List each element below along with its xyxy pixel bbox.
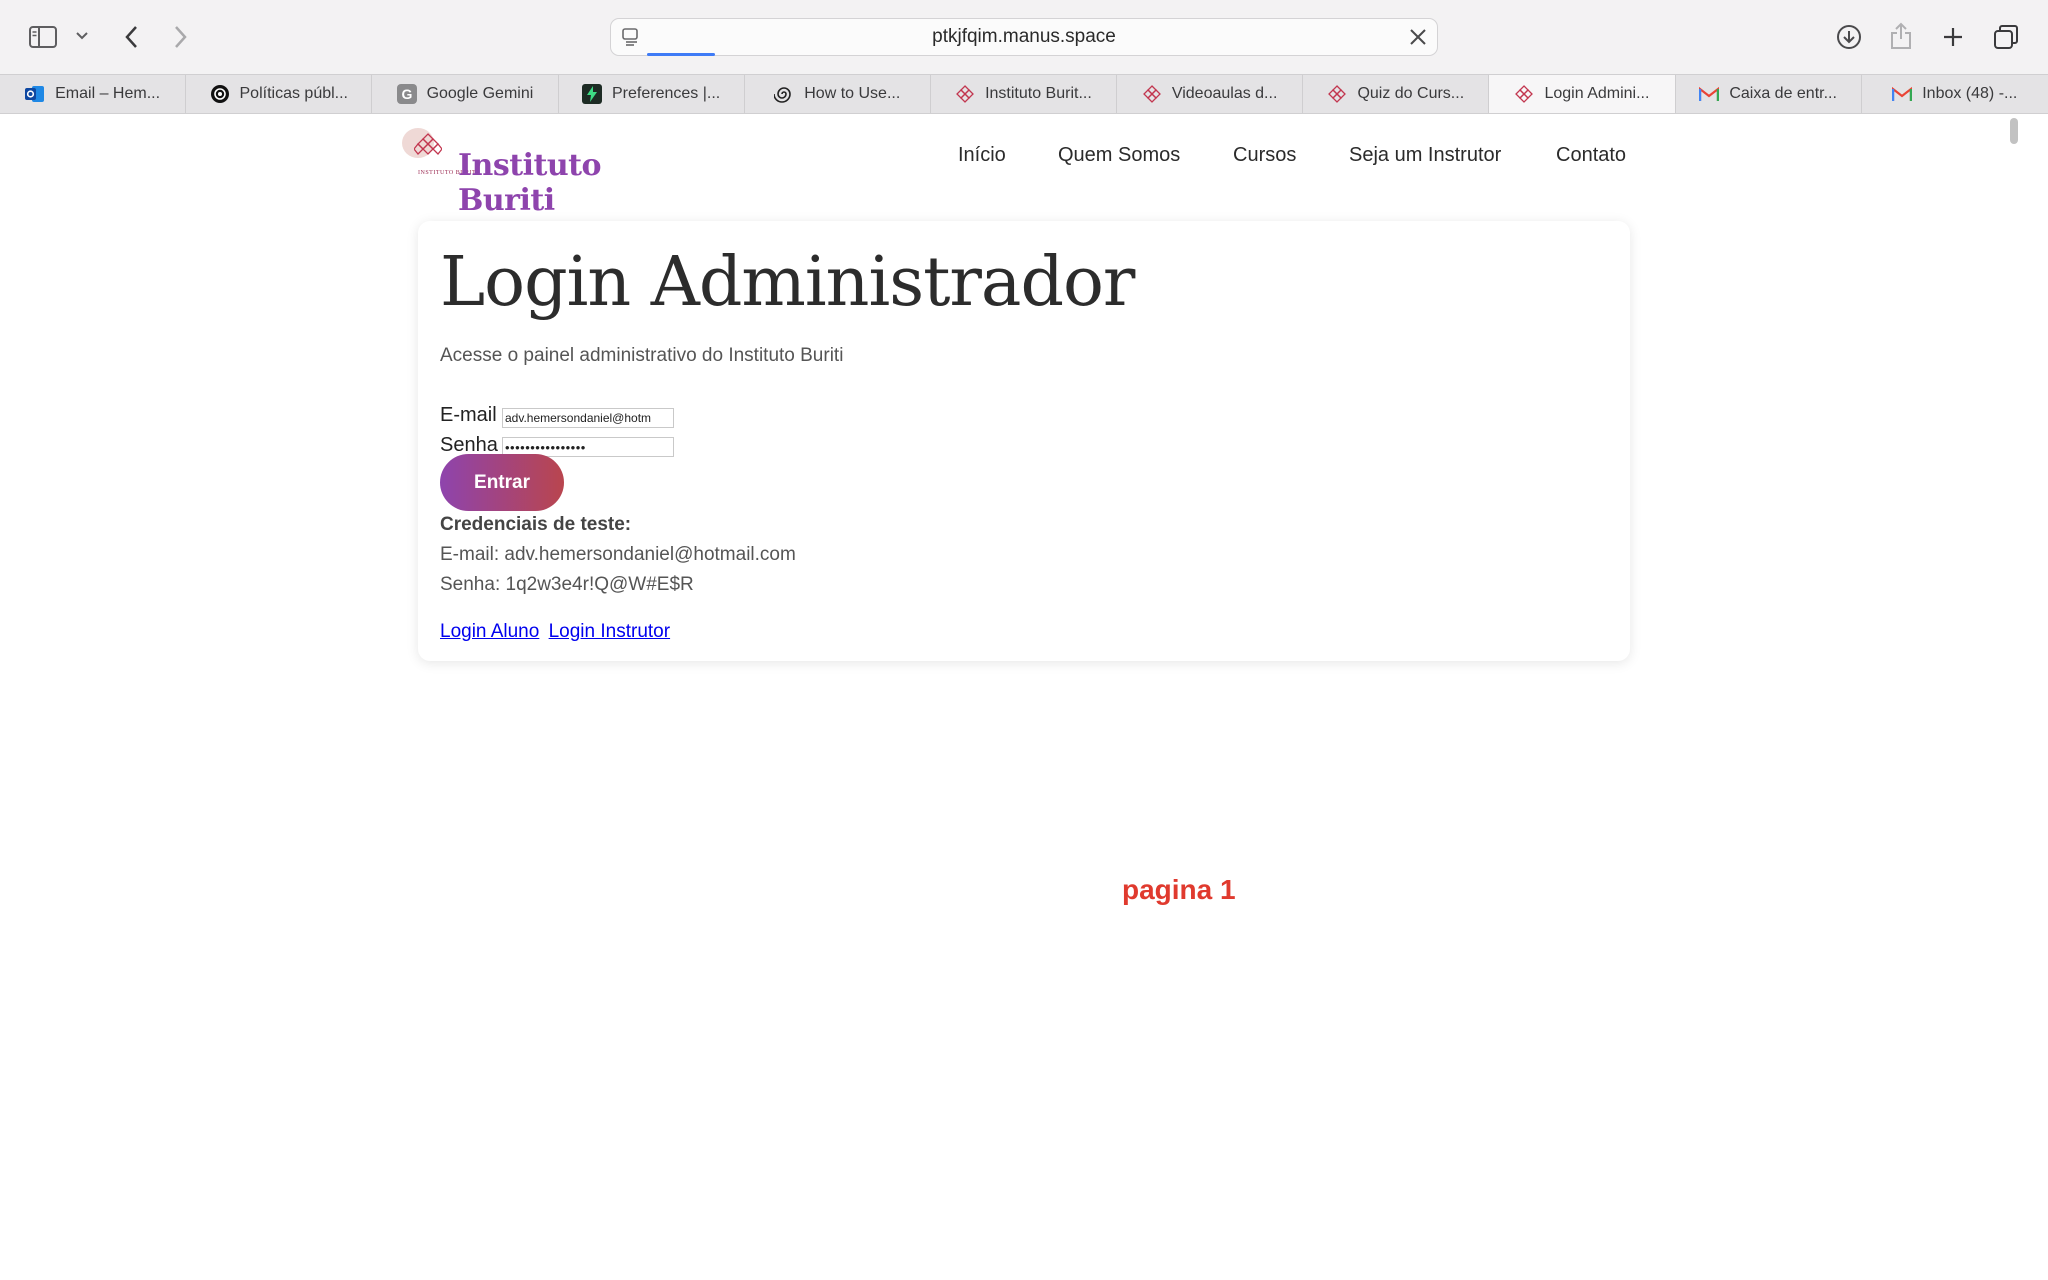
tab-instituto-buriti[interactable]: Instituto Burit... — [931, 75, 1118, 113]
tab-label: Login Admini... — [1544, 85, 1650, 102]
tab-label: Caixa de entr... — [1729, 85, 1837, 102]
tab-label: Políticas públ... — [239, 85, 349, 102]
tab-label: Google Gemini — [426, 85, 534, 102]
buriti-icon — [1142, 84, 1162, 104]
site-logo[interactable]: INSTITUTO BURITI Instituto Buriti — [400, 122, 680, 218]
alternate-login-links: Login Aluno Login Instrutor — [440, 621, 674, 643]
tab-bar: Email – Hem... Políticas públ... G Googl… — [0, 74, 2048, 114]
tab-label: Videoaulas d... — [1171, 85, 1278, 102]
tab-inbox[interactable]: Inbox (48) -... — [1862, 75, 2048, 113]
forward-icon[interactable] — [168, 22, 194, 52]
tab-how-to-use[interactable]: How to Use... — [745, 75, 931, 113]
buriti-icon — [955, 84, 975, 104]
downloads-icon[interactable] — [1834, 22, 1864, 52]
login-card: Login Administrador Acesse o painel admi… — [418, 221, 1630, 661]
page-subtitle: Acesse o painel administrativo do Instit… — [440, 345, 844, 366]
back-icon[interactable] — [118, 22, 144, 52]
web-page: INSTITUTO BURITI Instituto Buriti Início… — [0, 114, 2048, 1280]
browser-toolbar: ptkjfqim.manus.space — [0, 0, 2048, 74]
email-label: E-mail — [440, 404, 497, 426]
new-tab-icon[interactable] — [1938, 22, 1968, 52]
tab-label: Instituto Burit... — [985, 85, 1092, 102]
tab-politicas[interactable]: Políticas públ... — [186, 75, 373, 113]
nav-contato[interactable]: Contato — [1556, 144, 1626, 167]
address-bar[interactable]: ptkjfqim.manus.space — [610, 18, 1438, 56]
tab-label: Inbox (48) -... — [1922, 85, 2018, 102]
tab-overview-icon[interactable] — [1990, 22, 2022, 52]
bolt-icon — [582, 84, 602, 104]
tab-email[interactable]: Email – Hem... — [0, 75, 187, 113]
tab-preferences[interactable]: Preferences |... — [559, 75, 745, 113]
nav-seja-um-instrutor[interactable]: Seja um Instrutor — [1349, 144, 1501, 167]
tab-gemini[interactable]: G Google Gemini — [372, 75, 559, 113]
buriti-icon — [1514, 84, 1534, 104]
loading-progress-bar — [647, 53, 715, 56]
tab-quiz[interactable]: Quiz do Curs... — [1303, 75, 1490, 113]
nav-cursos[interactable]: Cursos — [1233, 144, 1296, 167]
login-aluno-link[interactable]: Login Aluno — [440, 621, 539, 642]
test-credentials-heading: Credenciais de teste: — [440, 514, 632, 535]
tab-caixa-de-entrada[interactable]: Caixa de entr... — [1676, 75, 1862, 113]
tab-login-admin[interactable]: Login Admini... — [1489, 75, 1676, 113]
tab-label: Preferences |... — [612, 85, 721, 102]
buriti-logo-icon — [413, 132, 443, 165]
nav-inicio[interactable]: Início — [958, 144, 1006, 167]
gmail-icon — [1892, 84, 1913, 104]
stop-loading-icon[interactable] — [1409, 28, 1427, 51]
tab-label: How to Use... — [804, 85, 901, 102]
chevron-down-icon[interactable] — [74, 26, 90, 46]
login-button[interactable]: Entrar — [440, 454, 564, 511]
share-icon[interactable] — [1886, 20, 1916, 52]
buriti-icon — [1327, 84, 1347, 104]
email-field[interactable]: adv.hemersondaniel@hotm — [502, 408, 674, 428]
gmail-icon — [1699, 84, 1720, 104]
svg-text:G: G — [401, 86, 412, 102]
nav-quem-somos[interactable]: Quem Somos — [1058, 144, 1180, 167]
sidebar-toggle-icon[interactable] — [26, 22, 60, 52]
logo-text: Instituto Buriti — [458, 148, 602, 218]
g-letter-icon: G — [396, 84, 417, 104]
test-credentials-email: E-mail: adv.hemersondaniel@hotmail.com — [440, 544, 796, 565]
openai-icon — [210, 84, 230, 104]
spiral-icon — [774, 84, 794, 104]
page-marker: pagina 1 — [1122, 874, 1236, 905]
outlook-icon — [25, 84, 45, 104]
test-credentials-password: Senha: 1q2w3e4r!Q@W#E$R — [440, 574, 694, 595]
url-text: ptkjfqim.manus.space — [932, 26, 1116, 47]
tab-label: Quiz do Curs... — [1357, 85, 1465, 102]
page-title: Login Administrador — [440, 243, 1135, 322]
login-instrutor-link[interactable]: Login Instrutor — [549, 621, 670, 642]
scrollbar-thumb[interactable] — [2010, 118, 2018, 144]
tab-label: Email – Hem... — [55, 85, 161, 102]
tab-videoaulas[interactable]: Videoaulas d... — [1117, 75, 1304, 113]
